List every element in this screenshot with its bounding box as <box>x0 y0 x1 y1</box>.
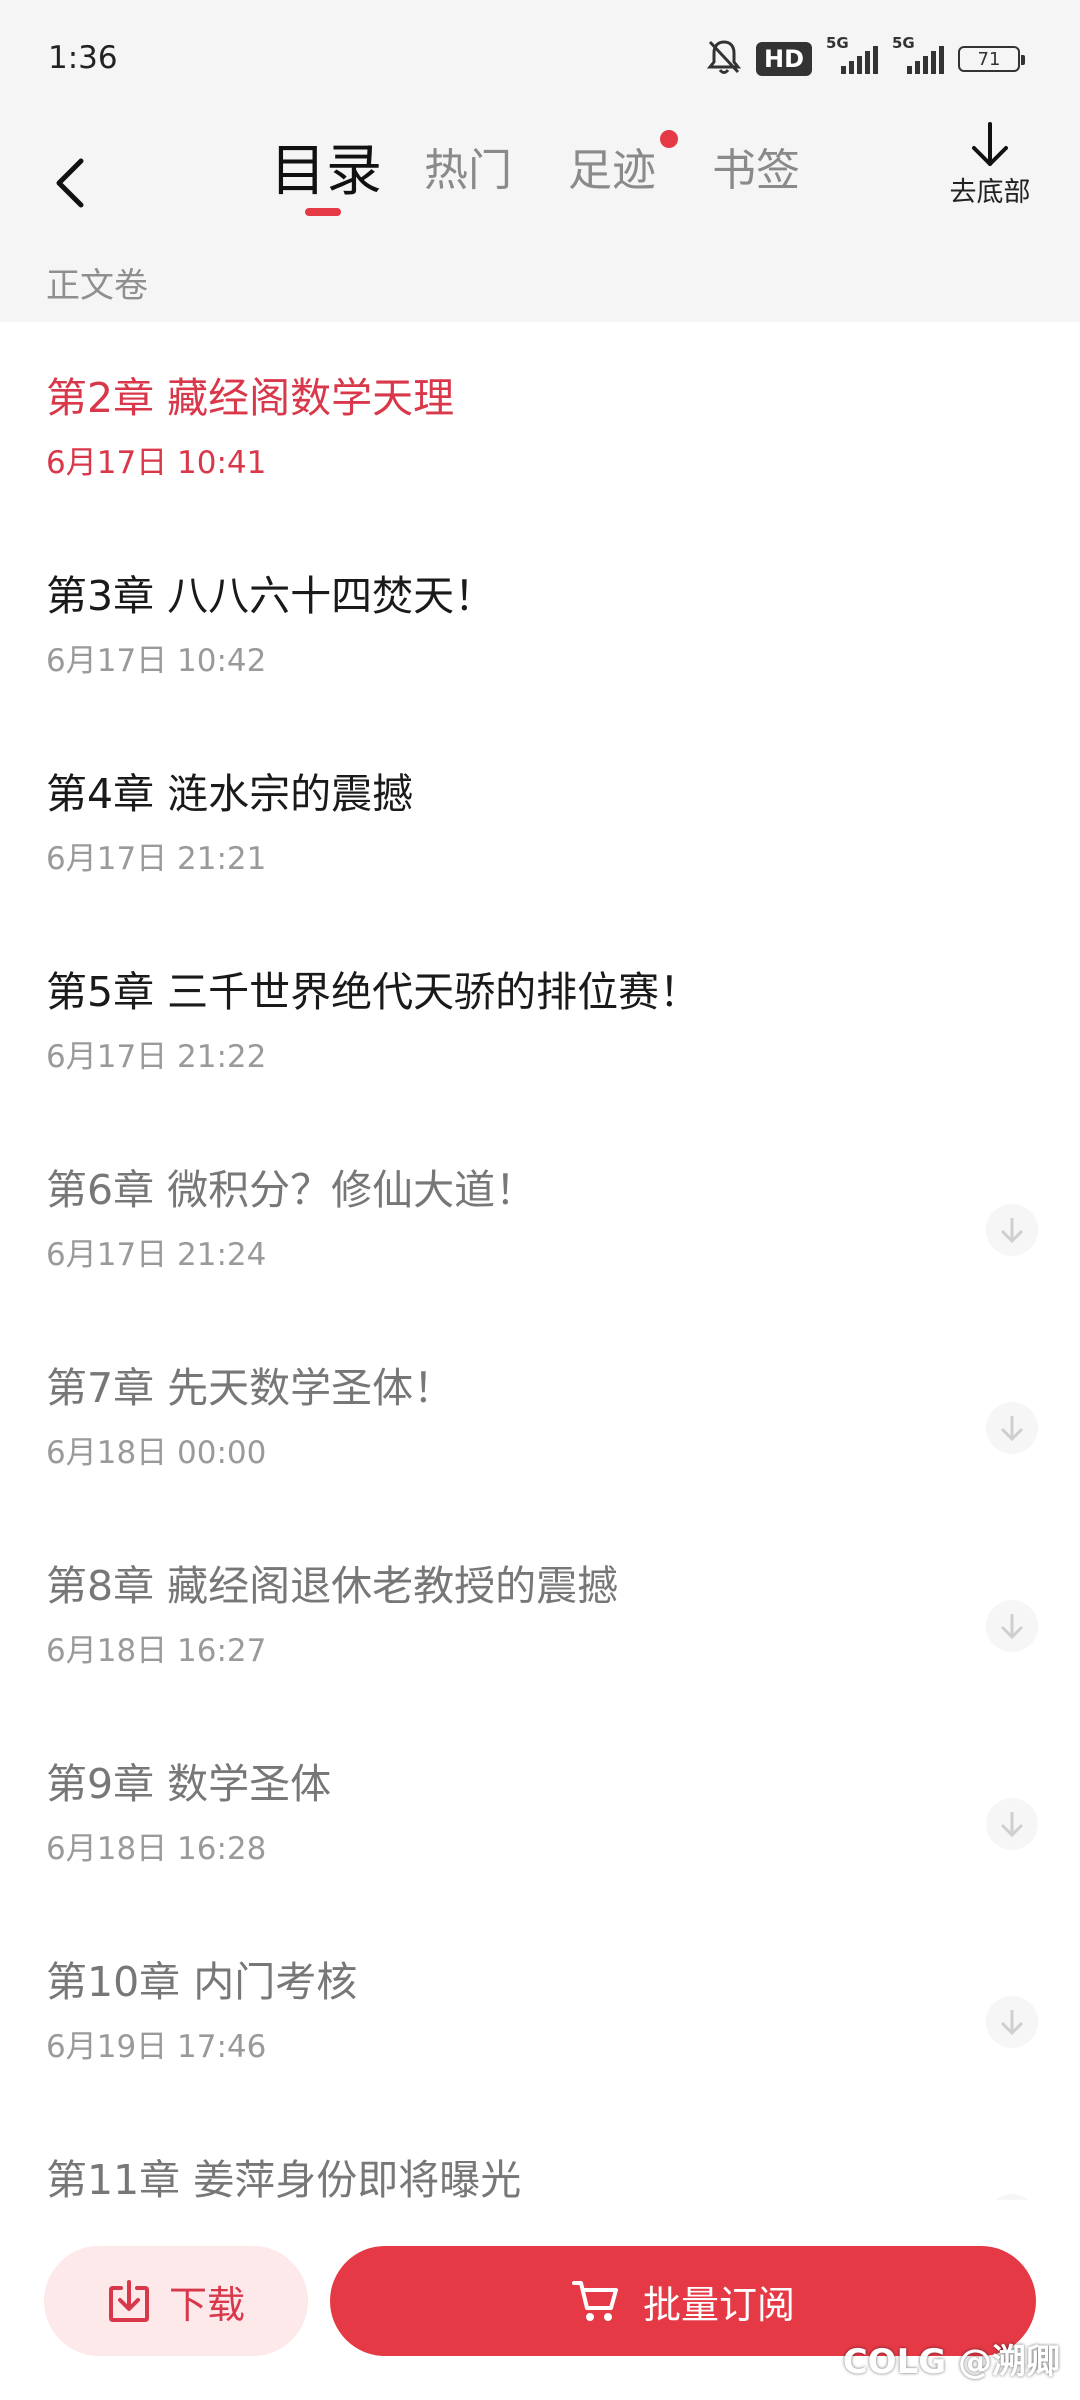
chapter-date: 6月17日 10:41 <box>46 445 267 481</box>
chapter-item[interactable]: 第9章 数学圣体 6月18日 16:28 <box>0 1708 1080 1906</box>
download-button[interactable]: 下载 <box>44 2246 308 2356</box>
active-tab-indicator <box>305 208 341 216</box>
chapter-item[interactable]: 第10章 内门考核 6月19日 17:46 <box>0 1906 1080 2104</box>
signal-bars <box>907 46 944 74</box>
download-arrow-icon <box>1000 1218 1024 1244</box>
chapter-list[interactable]: 第2章 藏经阁数学天理 6月17日 10:41 第3章 八八六十四焚天！ 6月1… <box>0 322 1080 2200</box>
battery-icon: 71 <box>958 46 1025 72</box>
chapter-date: 6月18日 00:00 <box>46 1435 267 1471</box>
chapter-item[interactable]: 第6章 微积分？修仙大道！ 6月17日 21:24 <box>0 1114 1080 1312</box>
download-arrow-icon <box>1000 2010 1024 2036</box>
chapter-date: 6月19日 17:46 <box>46 2029 267 2065</box>
chapter-title: 第7章 先天数学圣体！ <box>46 1364 455 1412</box>
chapter-title: 第9章 数学圣体 <box>46 1760 332 1808</box>
go-to-bottom-label: 去底部 <box>949 177 1031 208</box>
tab-catalog[interactable]: 目录 <box>270 126 382 207</box>
chapter-title: 第6章 微积分？修仙大道！ <box>46 1166 537 1214</box>
hd-badge: HD <box>755 42 812 76</box>
download-label: 下载 <box>168 2282 245 2327</box>
shopping-cart-icon <box>571 2281 618 2321</box>
status-time: 1:36 <box>48 40 118 76</box>
chapter-item[interactable]: 第11章 姜萍身份即将曝光 <box>0 2104 1080 2200</box>
battery-level: 71 <box>977 48 1001 70</box>
chapter-title: 第11章 姜萍身份即将曝光 <box>46 2156 522 2200</box>
download-arrow-icon <box>1000 1812 1024 1838</box>
chapter-date: 6月17日 21:24 <box>46 1237 267 1273</box>
batch-subscribe-label: 批量订阅 <box>642 2282 795 2327</box>
signal-5g-icon: 5G <box>892 34 944 78</box>
chapter-title: 第2章 藏经阁数学天理 <box>46 374 455 422</box>
chapter-download-button[interactable] <box>986 1204 1038 1256</box>
chapter-item[interactable]: 第8章 藏经阁退休老教授的震撼 6月18日 16:27 <box>0 1510 1080 1708</box>
chapter-download-button[interactable] <box>986 1600 1038 1652</box>
tab-popular[interactable]: 热门 <box>424 134 512 198</box>
mute-bell-icon <box>706 38 742 80</box>
volume-title: 正文卷 <box>46 266 148 306</box>
chapter-title: 第8章 藏经阁退休老教授的震撼 <box>46 1562 619 1610</box>
signal-bars <box>841 46 878 74</box>
watermark: COLG @溯卿 <box>842 2342 1060 2382</box>
back-button[interactable] <box>40 138 100 228</box>
chapter-title: 第3章 八八六十四焚天！ <box>46 572 496 620</box>
chapter-download-button[interactable] <box>986 1996 1038 2048</box>
tab-history[interactable]: 足迹 <box>568 134 656 198</box>
chapter-item[interactable]: 第4章 涟水宗的震撼 6月17日 21:21 <box>0 718 1080 916</box>
go-to-bottom-button[interactable]: 去底部 <box>930 120 1050 240</box>
chapter-date: 6月17日 21:21 <box>46 841 267 877</box>
chapter-date: 6月18日 16:27 <box>46 1633 267 1669</box>
chapter-date: 6月18日 16:28 <box>46 1831 267 1867</box>
download-tray-icon <box>108 2280 149 2322</box>
chapter-item[interactable]: 第7章 先天数学圣体！ 6月18日 00:00 <box>0 1312 1080 1510</box>
chapter-date: 6月17日 10:42 <box>46 643 267 679</box>
chapter-download-button[interactable] <box>986 1402 1038 1454</box>
chapter-item[interactable]: 第5章 三千世界绝代天骄的排位赛！ 6月17日 21:22 <box>0 916 1080 1114</box>
status-bar: 1:36 HD 5G 5G 71 <box>0 0 1080 120</box>
chapter-download-button[interactable] <box>986 1798 1038 1850</box>
chapter-item[interactable]: 第2章 藏经阁数学天理 6月17日 10:41 <box>0 322 1080 520</box>
chapter-title: 第5章 三千世界绝代天骄的排位赛！ <box>46 968 701 1016</box>
download-arrow-icon <box>1000 1416 1024 1442</box>
arrow-down-icon <box>972 122 1008 166</box>
chapter-item[interactable]: 第3章 八八六十四焚天！ 6月17日 10:42 <box>0 520 1080 718</box>
download-arrow-icon <box>1000 1614 1024 1640</box>
signal-5g-icon: 5G <box>826 34 878 78</box>
back-arrow-icon <box>56 158 84 208</box>
top-nav: 目录 热门 足迹 书签 去底部 <box>0 120 1080 250</box>
tab-bookmarks[interactable]: 书签 <box>712 134 800 198</box>
chapter-title: 第4章 涟水宗的震撼 <box>46 770 414 818</box>
chapter-date: 6月17日 21:22 <box>46 1039 267 1075</box>
status-icons: HD 5G 5G 71 <box>706 34 1025 80</box>
history-notification-dot <box>660 130 678 148</box>
chapter-title: 第10章 内门考核 <box>46 1958 358 2006</box>
